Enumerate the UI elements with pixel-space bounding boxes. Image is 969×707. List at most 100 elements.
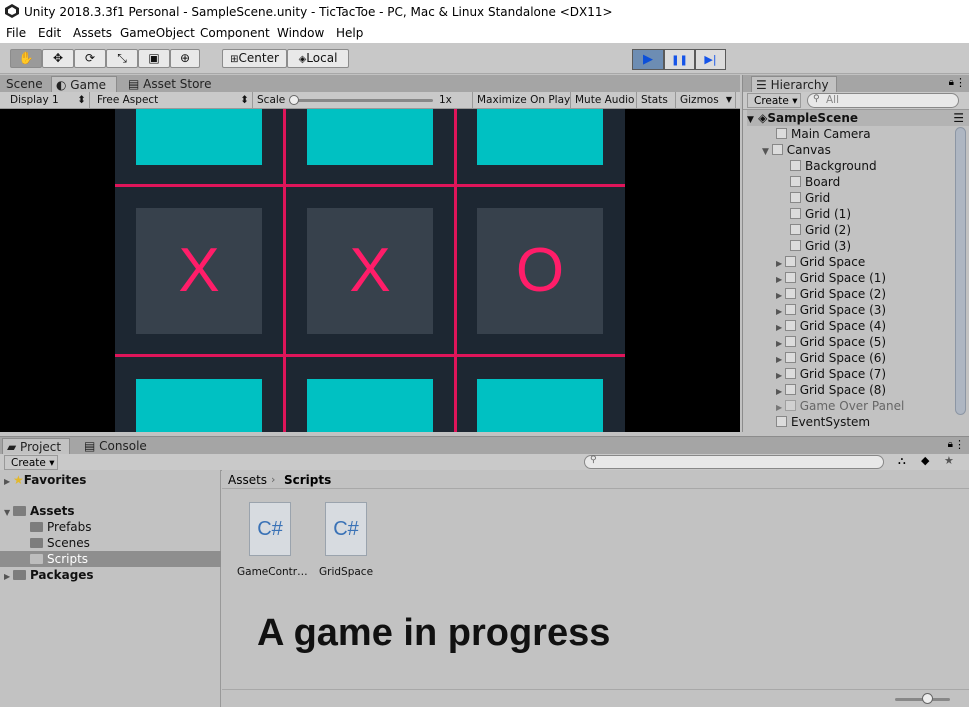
hierarchy-item-label: Grid Space (5)	[799, 335, 887, 349]
tab-scene[interactable]: Scene	[2, 76, 47, 92]
scale-slider-track[interactable]	[291, 99, 433, 102]
collapsed-arrow-icon: ▶	[776, 339, 785, 348]
step-button[interactable]: ▶|	[695, 49, 726, 70]
hierarchy-item[interactable]: ▶ Grid Space (8)	[776, 382, 886, 398]
tree-scripts-selected[interactable]: Scripts	[0, 551, 221, 567]
rect-tool-button[interactable]: ▣	[138, 49, 170, 68]
hierarchy-create-button[interactable]: Create ▾	[747, 93, 801, 108]
hierarchy-item[interactable]: Grid (1)	[790, 206, 851, 222]
menu-assets[interactable]: Assets	[73, 26, 112, 40]
project-create-button[interactable]: Create ▾	[4, 455, 58, 470]
menu-gameobject[interactable]: GameObject	[120, 26, 195, 40]
scale-tool-button[interactable]: ⤡	[106, 49, 138, 68]
gizmos-label: Gizmos	[680, 94, 719, 106]
hierarchy-item[interactable]: ▼ Canvas	[762, 142, 831, 158]
tree-favorites[interactable]: ▶ ★Favorites	[4, 472, 86, 488]
maximize-on-play-toggle[interactable]: Maximize On Play	[472, 92, 571, 109]
hierarchy-item[interactable]: EventSystem	[776, 414, 870, 430]
cell-top-right[interactable]	[477, 109, 603, 165]
hierarchy-item-inactive[interactable]: ▶ Game Over Panel	[776, 398, 904, 414]
menu-component[interactable]: Component	[200, 26, 270, 40]
hierarchy-item[interactable]: Main Camera	[776, 126, 871, 142]
play-icon: ▶	[643, 52, 653, 67]
pause-button[interactable]: ❚❚	[664, 49, 695, 70]
hierarchy-item[interactable]: ▶ Grid Space (7)	[776, 366, 886, 382]
filter-type-icon[interactable]: ⛬	[898, 454, 906, 468]
menu-edit[interactable]: Edit	[38, 26, 61, 40]
panel-menu-icon[interactable]: ⋮	[954, 438, 965, 451]
tree-prefabs[interactable]: Prefabs	[30, 519, 92, 535]
hand-tool-button[interactable]: ✋	[10, 49, 42, 68]
menu-help[interactable]: Help	[336, 26, 363, 40]
pivot-center-button[interactable]: ⊞Center	[222, 49, 287, 68]
cell-top-left[interactable]	[136, 109, 262, 165]
icon-size-slider-thumb[interactable]	[922, 693, 933, 704]
project-folder-tree: ▶ ★Favorites ▼ Assets Prefabs Scenes Scr…	[0, 470, 221, 707]
panel-menu-icon[interactable]: ⋮	[955, 76, 966, 89]
hierarchy-item[interactable]: ▶ Grid Space (4)	[776, 318, 886, 334]
csharp-file-icon[interactable]: C#	[325, 502, 367, 556]
project-footer	[222, 689, 969, 707]
cell-middle-center[interactable]: X	[307, 208, 433, 334]
hierarchy-item[interactable]: Grid	[790, 190, 830, 206]
tab-project[interactable]: ▰ Project	[2, 438, 70, 454]
hierarchy-item[interactable]: Board	[790, 174, 840, 190]
hierarchy-item[interactable]: ▶ Grid Space (2)	[776, 286, 886, 302]
hierarchy-scrollbar[interactable]	[955, 127, 966, 415]
scene-menu-icon[interactable]: ☰	[953, 110, 964, 126]
display-dropdown[interactable]: Display 1 ⬍	[6, 92, 90, 109]
hierarchy-item[interactable]: ▶ Grid Space (1)	[776, 270, 886, 286]
game-view[interactable]: X X O	[0, 109, 740, 432]
cell-bottom-center[interactable]	[307, 379, 433, 432]
cell-bottom-left[interactable]	[136, 379, 262, 432]
folder-icon	[12, 506, 26, 516]
hierarchy-item[interactable]: ▶ Grid Space	[776, 254, 865, 270]
csharp-file-icon[interactable]: C#	[249, 502, 291, 556]
aspect-dropdown[interactable]: Free Aspect ⬍	[93, 92, 253, 109]
project-tab-bar: ▰ Project ▤ Console 🔒︎ ⋮	[0, 437, 969, 454]
file-name: GameContr…	[237, 566, 308, 578]
tab-asset-store[interactable]: ▤ Asset Store	[124, 76, 216, 92]
hierarchy-search-input[interactable]: All	[807, 93, 959, 108]
lock-icon[interactable]: 🔒︎	[948, 439, 953, 450]
mute-audio-toggle[interactable]: Mute Audio	[571, 92, 637, 109]
cell-middle-right[interactable]: O	[477, 208, 603, 334]
hierarchy-item-label: Grid Space (8)	[799, 383, 887, 397]
breadcrumb-assets[interactable]: Assets	[228, 473, 267, 487]
cell-top-center[interactable]	[307, 109, 433, 165]
space-local-button[interactable]: ◈Local	[287, 49, 349, 68]
breadcrumb-scripts[interactable]: Scripts	[284, 473, 331, 487]
scene-row[interactable]: ▼ ◈SampleScene ☰	[747, 110, 969, 126]
play-button[interactable]: ▶	[632, 49, 664, 70]
hierarchy-item[interactable]: ▶ Grid Space (3)	[776, 302, 886, 318]
filter-label-icon[interactable]: ◆	[921, 454, 929, 467]
favorite-star-icon[interactable]: ★	[944, 454, 954, 467]
transform-tool-button[interactable]: ⊕	[170, 49, 200, 68]
lock-icon[interactable]: 🔒︎	[949, 77, 954, 88]
collapsed-arrow-icon: ▶	[776, 307, 785, 316]
hierarchy-item[interactable]: Background	[790, 158, 877, 174]
cell-bottom-right[interactable]	[477, 379, 603, 432]
hierarchy-item[interactable]: Grid (3)	[790, 238, 851, 254]
tab-console[interactable]: ▤ Console	[80, 438, 151, 454]
hierarchy-item[interactable]: ▶ Grid Space (5)	[776, 334, 886, 350]
cell-middle-left[interactable]: X	[136, 208, 262, 334]
gizmos-dropdown[interactable]: Gizmos ▼	[676, 92, 736, 109]
menu-file[interactable]: File	[6, 26, 26, 40]
tree-scenes[interactable]: Scenes	[30, 535, 90, 551]
scale-slider-thumb[interactable]	[289, 95, 299, 105]
project-search-input[interactable]	[584, 455, 884, 469]
gameobject-icon	[771, 144, 783, 155]
tree-packages[interactable]: ▶ Packages	[4, 567, 94, 583]
space-label: Local	[306, 51, 338, 65]
hierarchy-item[interactable]: Grid (2)	[790, 222, 851, 238]
move-tool-button[interactable]: ✥	[42, 49, 74, 68]
tab-game[interactable]: ◐ Game	[51, 76, 117, 92]
tree-assets[interactable]: ▼ Assets	[4, 503, 75, 519]
menu-window[interactable]: Window	[277, 26, 324, 40]
tab-hierarchy[interactable]: ☰ Hierarchy	[751, 76, 837, 92]
stats-toggle[interactable]: Stats	[637, 92, 676, 109]
hierarchy-item[interactable]: ▶ Grid Space (6)	[776, 350, 886, 366]
rotate-tool-button[interactable]: ⟳	[74, 49, 106, 68]
collapsed-arrow-icon: ▶	[4, 572, 13, 581]
